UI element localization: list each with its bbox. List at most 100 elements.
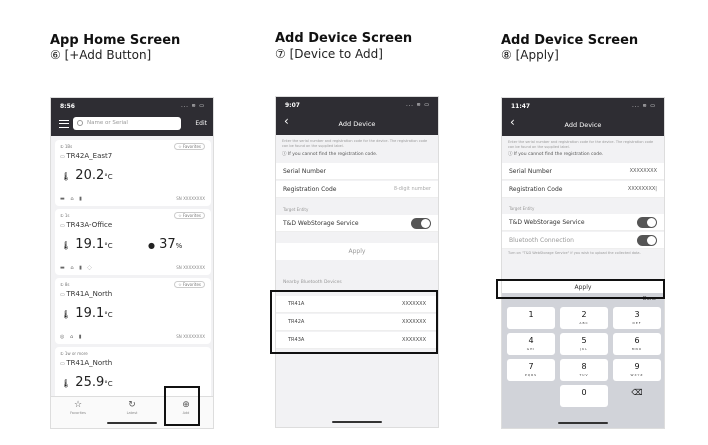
phone-home: 8:56 ... ≋ ▭ Name or Serial Edit ① 1Bs ☆… [50,97,214,429]
webstorage-toggle[interactable] [411,218,431,229]
home-indicator [558,422,608,424]
device-card[interactable]: ① 8s ☆ Favorites TR41A_North 🌡 19.1°C ◎ … [55,278,211,344]
instructions: Enter the serial number and registration… [282,139,428,148]
webstorage-service-row: T&D WebStorage Service [276,215,438,232]
search-icon [77,120,83,126]
panel-title: Add Device Screen [275,31,413,46]
numeric-keypad: Done 1 2 ABC 3 DEF 4 GHI 5 JKL 6 MNO 7 PQRS 8T… [502,293,664,428]
backspace-key[interactable]: ⌫ [613,385,661,407]
panel-title: App Home Screen [50,33,181,48]
edit-button[interactable]: Edit [195,120,207,127]
serial-number: SN XXXXXXXX [176,196,205,201]
status-icons: ... ≋ ▭ [632,103,656,109]
serial-number-field[interactable]: Serial Number XXXXXXXX [502,163,664,180]
tab-favorites[interactable]: ☆ Favorites [51,400,105,415]
home-indicator [332,421,382,423]
apply-button[interactable]: Apply [276,243,438,260]
key-7[interactable]: 7 PQRS [507,359,555,381]
tab-label: Latest [126,411,138,415]
webstorage-service-row: T&D WebStorage Service [502,214,664,231]
star-icon: ☆ [73,400,83,410]
registration-help-link[interactable]: ⓘ If you cannot find the registration co… [282,152,432,157]
field-label: Serial Number [283,168,326,175]
top-bar: 11:47 ... ≋ ▭ ‹ Add Device [502,98,664,136]
panel-subtitle: ⑧ [Apply] [501,48,559,62]
registration-code-field[interactable]: Registration Code XXXXXXXX| [502,181,664,198]
status-icons: ... ≋ ▭ [181,103,205,109]
temperature-value: 🌡 19.1°C [61,237,113,252]
serial-number: SN XXXXXXXX [176,334,205,339]
instructions: Enter the serial number and registration… [508,140,654,149]
card-status-icons: ▬ ⌂ ▮ ◌ [60,265,94,271]
key-9[interactable]: 9 WXYZ [613,359,661,381]
serial-number: SN XXXXXXXX [176,265,205,270]
field-placeholder: 8-digit number [393,186,431,192]
field-label: Bluetooth Connection [509,237,574,244]
webstorage-toggle[interactable] [637,217,657,228]
card-elapsed: ① 1w or more [60,351,88,356]
status-time: 8:56 [60,103,75,110]
favorite-button[interactable]: ☆ Favorites [174,212,205,219]
card-elapsed: ① 8s [60,282,70,287]
device-name: TR41A_North [60,359,112,367]
droplet-icon: ● [148,241,155,250]
card-status-icons: ◎ ⌂ ▮ [60,334,84,340]
temperature-value: 🌡 25.9°C [61,375,113,390]
registration-code-field[interactable]: Registration Code 8-digit number [276,181,438,198]
key-6[interactable]: 6 MNO [613,333,661,355]
device-card[interactable]: ① 1s ☆ Favorites TR43A-Office 🌡 19.1°C ●… [55,209,211,275]
panel-subtitle: ⑦ [Device to Add] [275,47,383,61]
card-elapsed: ① 1Bs [60,144,73,149]
highlight-apply-button [496,279,665,299]
phone-add-device: 9:07 ... ≋ ▭ ‹ Add Device Enter the seri… [275,96,439,428]
bluetooth-connection-row: Bluetooth Connection [502,232,664,249]
key-5[interactable]: 5 JKL [560,333,608,355]
device-card[interactable]: ① 1Bs ☆ Favorites TR42A_East7 🌡 20.2°C ▬… [55,140,211,206]
thermometer-icon: 🌡 [61,310,72,319]
temperature-value: 🌡 19.1°C [61,306,113,321]
key-1[interactable]: 1 [507,307,555,329]
serial-number-field[interactable]: Serial Number [276,163,438,180]
bluetooth-note: Turn on "T&D WebStorage Service" if you … [508,251,641,255]
thermometer-icon: 🌡 [61,172,72,181]
screen-title: Add Device [564,121,602,129]
highlight-add-button [164,386,200,426]
field-label: T&D WebStorage Service [283,220,359,227]
screen-title: Add Device [338,120,376,128]
field-value: XXXXXXXX| [627,186,657,192]
section-label: Target Entity [509,206,535,211]
section-label: Target Entity [283,207,309,212]
favorite-button[interactable]: ☆ Favorites [174,281,205,288]
field-label: Serial Number [509,168,552,175]
section-label: Nearby Bluetooth Devices [283,280,342,285]
bluetooth-toggle[interactable] [637,235,657,246]
field-label: Registration Code [283,186,337,193]
home-indicator [107,422,157,424]
device-name: TR42A_East7 [60,152,112,160]
tab-label: Favorites [70,411,86,415]
refresh-icon: ↻ [128,400,136,410]
status-icons: ... ≋ ▭ [406,102,430,108]
field-label: T&D WebStorage Service [509,219,585,226]
tab-latest[interactable]: ↻ Latest [105,400,159,415]
top-bar: 8:56 ... ≋ ▭ Name or Serial Edit [51,98,213,136]
key-0[interactable]: 0 [560,385,608,407]
thermometer-icon: 🌡 [61,241,72,250]
device-name: TR43A-Office [60,221,112,229]
favorite-button[interactable]: ☆ Favorites [174,143,205,150]
key-3[interactable]: 3 DEF [613,307,661,329]
panel-title: Add Device Screen [501,33,639,48]
device-name: TR41A_North [60,290,112,298]
card-elapsed: ① 1s [60,213,70,218]
key-2[interactable]: 2 ABC [560,307,608,329]
key-4[interactable]: 4 GHI [507,333,555,355]
top-bar: 9:07 ... ≋ ▭ ‹ Add Device [276,97,438,135]
menu-icon[interactable] [59,120,69,128]
highlight-device-list [270,290,438,354]
backspace-icon: ⌫ [631,388,643,397]
phone-apply: 11:47 ... ≋ ▭ ‹ Add Device Enter the ser… [501,97,665,429]
key-8[interactable]: 8 TUV [560,359,608,381]
registration-help-link[interactable]: ⓘ If you cannot find the registration co… [508,152,658,157]
search-input[interactable]: Name or Serial [73,117,181,130]
thermometer-icon: 🌡 [61,379,72,388]
